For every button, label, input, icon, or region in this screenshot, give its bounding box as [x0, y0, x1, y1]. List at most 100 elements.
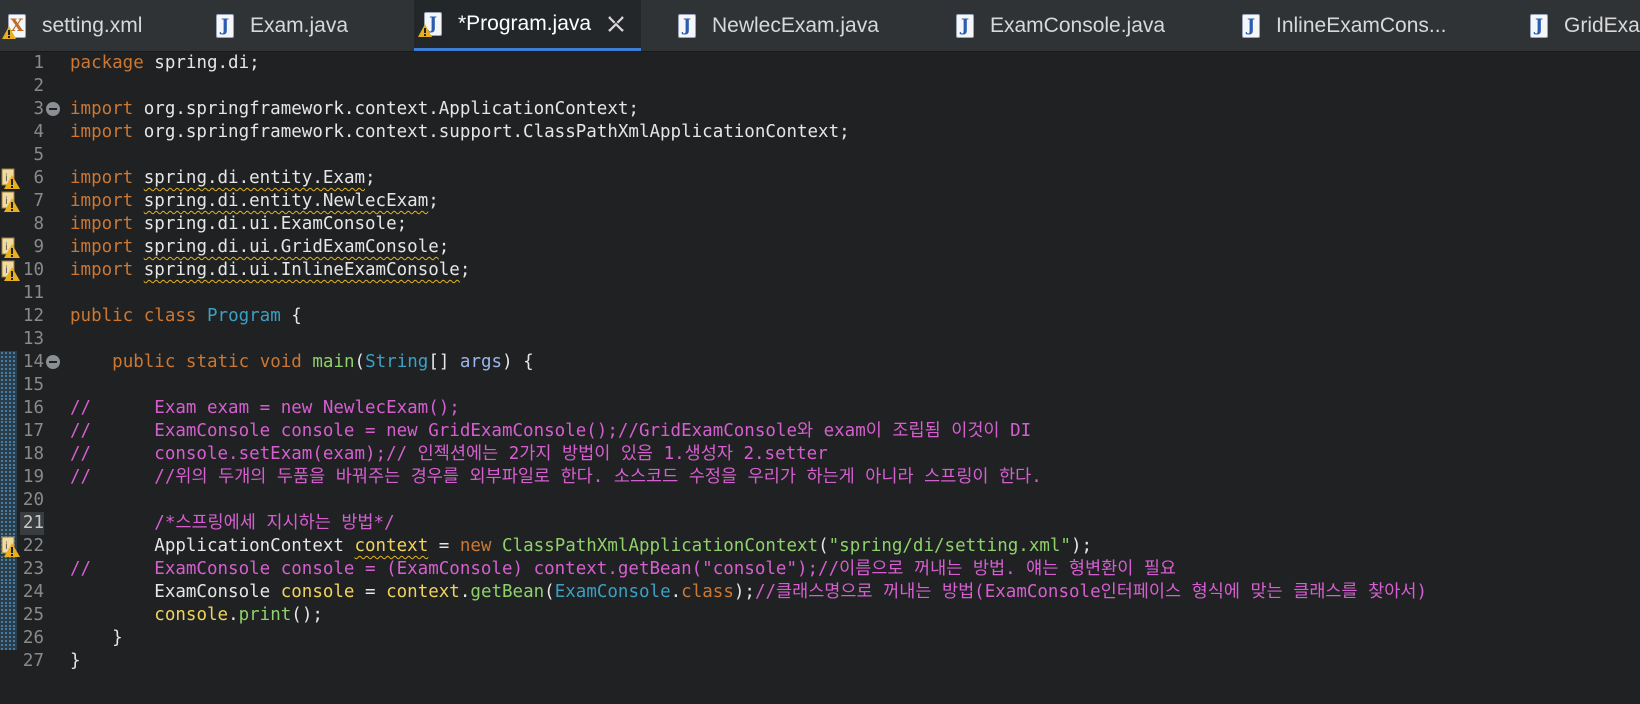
- editor-tab-bar: X setting.xml J Exam.java J *Program.jav…: [0, 0, 1640, 52]
- code-line: 13: [0, 328, 1640, 351]
- line-number: 15: [22, 375, 44, 395]
- code-line: 24 ExamConsole console = context.getBean…: [0, 581, 1640, 604]
- code-line: i 22 ApplicationContext context = new Cl…: [0, 535, 1640, 558]
- code-text: import org.springframework.context.Appli…: [70, 99, 639, 119]
- java-file-icon: J: [1528, 13, 1550, 39]
- code-text: ExamConsole console = context.getBean(Ex…: [70, 582, 1427, 602]
- code-comment: // Exam exam = new NewlecExam();: [70, 398, 460, 418]
- code-line: i 6 import spring.di.entity.Exam;: [0, 167, 1640, 190]
- change-marker: [0, 466, 17, 489]
- svg-text:i: i: [5, 265, 8, 276]
- java-file-icon: J: [954, 13, 976, 39]
- code-line: 1 package spring.di;: [0, 52, 1640, 75]
- code-text: public static void main(String[] args) {: [112, 352, 534, 372]
- change-marker: [0, 512, 17, 535]
- code-comment: // //위의 두개의 두품을 바꿔주는 경우를 외부파일로 한다. 소스코드 …: [70, 467, 1042, 487]
- code-line: i 10 import spring.di.ui.InlineExamConso…: [0, 259, 1640, 282]
- warning-icon[interactable]: i: [0, 535, 20, 558]
- tab-label: ExamConsole.java: [990, 13, 1166, 37]
- line-number: 25: [22, 605, 44, 625]
- code-line-current: 21 /*스프링에세 지시하는 방법*/: [0, 512, 1640, 535]
- change-marker: [0, 397, 17, 420]
- line-number: 20: [22, 490, 44, 510]
- line-number: 23: [22, 559, 44, 579]
- change-marker: [0, 489, 17, 512]
- tab-label: GridExa: [1564, 13, 1640, 37]
- code-text: }: [70, 628, 123, 648]
- xml-file-icon: X: [2, 13, 28, 39]
- line-number: 26: [22, 628, 44, 648]
- tab-examconsole-java[interactable]: J ExamConsole.java: [954, 0, 1165, 51]
- tab-newlecexam-java[interactable]: J NewlecExam.java: [676, 0, 879, 51]
- line-number: 5: [33, 145, 44, 165]
- fold-collapse-icon[interactable]: [46, 355, 60, 369]
- code-line: 3 import org.springframework.context.App…: [0, 98, 1640, 121]
- tab-exam-java[interactable]: J Exam.java: [214, 0, 348, 51]
- line-number: 12: [22, 306, 44, 326]
- line-number: 4: [33, 122, 44, 142]
- line-number: 2: [33, 76, 44, 96]
- tab-inlineexamconsole-java[interactable]: J InlineExamCons...: [1240, 0, 1446, 51]
- code-line: i 7 import spring.di.entity.NewlecExam;: [0, 190, 1640, 213]
- close-icon[interactable]: [605, 13, 627, 35]
- change-marker: [0, 558, 17, 581]
- code-editor[interactable]: 1 package spring.di; 2 3 import org.spri…: [0, 52, 1640, 704]
- code-line: 16 // Exam exam = new NewlecExam();: [0, 397, 1640, 420]
- code-line: 20: [0, 489, 1640, 512]
- warning-icon[interactable]: i: [0, 259, 20, 282]
- line-number: 8: [33, 214, 44, 234]
- line-number: 14: [22, 352, 44, 372]
- change-marker: [0, 420, 17, 443]
- line-number: 1: [33, 53, 44, 73]
- code-line: 18 // console.setExam(exam);// 인젝션에는 2가지…: [0, 443, 1640, 466]
- tab-label: Exam.java: [250, 13, 349, 37]
- code-text: import spring.di.entity.Exam;: [70, 168, 376, 188]
- tab-setting-xml[interactable]: X setting.xml: [2, 0, 143, 51]
- code-line: 4 import org.springframework.context.sup…: [0, 121, 1640, 144]
- warning-icon[interactable]: i: [0, 190, 20, 213]
- line-number: 3: [33, 99, 44, 119]
- line-number: 9: [33, 237, 44, 257]
- tab-label: setting.xml: [42, 13, 143, 37]
- tab-gridexamconsole-java[interactable]: J GridExa: [1528, 0, 1640, 51]
- code-line: 26 }: [0, 627, 1640, 650]
- tab-label: *Program.java: [458, 12, 592, 35]
- svg-text:i: i: [5, 173, 8, 184]
- code-comment: // ExamConsole console = (ExamConsole) c…: [70, 559, 1177, 579]
- code-text: console.print();: [154, 605, 323, 625]
- line-number: 27: [22, 651, 44, 671]
- code-line: 15: [0, 374, 1640, 397]
- tab-program-java[interactable]: J *Program.java: [414, 0, 642, 51]
- java-file-icon: J: [676, 13, 698, 39]
- warning-icon[interactable]: i: [0, 236, 20, 259]
- line-number: 22: [22, 536, 44, 556]
- code-comment: // console.setExam(exam);// 인젝션에는 2가지 방법…: [70, 444, 828, 464]
- code-line: 12 public class Program {: [0, 305, 1640, 328]
- fold-collapse-icon[interactable]: [46, 102, 60, 116]
- code-line: 11: [0, 282, 1640, 305]
- code-text: import spring.di.ui.GridExamConsole;: [70, 237, 450, 257]
- change-marker: [0, 351, 17, 374]
- java-file-warning-icon: J: [418, 11, 444, 37]
- line-number: 17: [22, 421, 44, 441]
- line-number: 10: [22, 260, 44, 280]
- code-text: }: [70, 651, 81, 671]
- code-comment: // ExamConsole console = new GridExamCon…: [70, 421, 1032, 441]
- change-marker: [0, 374, 17, 397]
- java-file-icon: J: [1240, 13, 1262, 39]
- code-comment: /*스프링에세 지시하는 방법*/: [70, 513, 395, 533]
- change-marker: [0, 443, 17, 466]
- svg-text:i: i: [5, 242, 8, 253]
- tab-label: InlineExamCons...: [1276, 13, 1447, 37]
- warning-icon[interactable]: i: [0, 167, 20, 190]
- line-number: 6: [33, 168, 44, 188]
- code-line: 19 // //위의 두개의 두품을 바꿔주는 경우를 외부파일로 한다. 소스…: [0, 466, 1640, 489]
- code-line: i 9 import spring.di.ui.GridExamConsole;: [0, 236, 1640, 259]
- line-number: 13: [22, 329, 44, 349]
- svg-text:i: i: [5, 541, 8, 552]
- change-marker: [0, 627, 17, 650]
- code-line: 2: [0, 75, 1640, 98]
- code-line: 14 public static void main(String[] args…: [0, 351, 1640, 374]
- code-text: import org.springframework.context.suppo…: [70, 122, 850, 142]
- code-text: ApplicationContext context = new ClassPa…: [70, 536, 1093, 556]
